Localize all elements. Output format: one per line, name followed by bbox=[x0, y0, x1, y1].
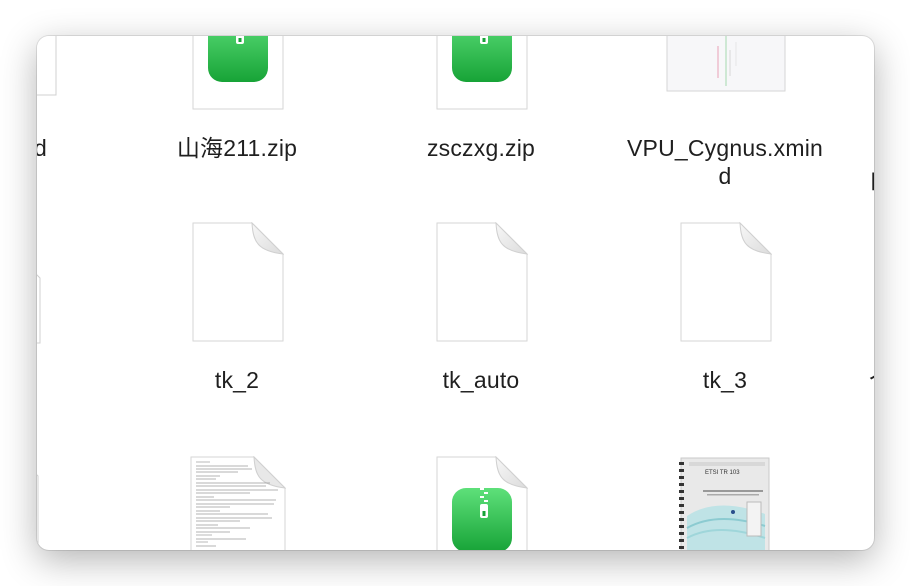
file-item-tk-2[interactable] bbox=[192, 222, 284, 342]
document-icon bbox=[37, 36, 57, 96]
zip-document-icon bbox=[436, 456, 528, 550]
file-item-pdf[interactable]: ETSI TR 103 bbox=[677, 456, 771, 550]
file-label-partial-left-1[interactable]: d bbox=[37, 134, 47, 162]
document-icon bbox=[37, 274, 41, 344]
file-label-xmind[interactable]: VPU_Cygnus.xmin d bbox=[615, 134, 835, 190]
svg-text:ETSI TR 103: ETSI TR 103 bbox=[705, 470, 740, 476]
file-label-tk-auto[interactable]: tk_auto bbox=[371, 366, 591, 394]
text-document-icon bbox=[190, 456, 286, 550]
file-label-partial-right-2[interactable]: 个 bbox=[869, 366, 874, 394]
file-item-partial-left-2[interactable] bbox=[37, 258, 41, 344]
xmind-document-icon bbox=[666, 36, 786, 92]
file-item-zip-3[interactable] bbox=[436, 456, 528, 550]
zipper-icon bbox=[236, 36, 244, 44]
file-icon-grid: d 山海211.zip zsczxg.zip VPU_Cygnus.xmin d… bbox=[37, 36, 874, 550]
file-label-partial-right-1[interactable]: 白 bbox=[869, 166, 874, 194]
document-icon bbox=[680, 222, 772, 342]
finder-window: d 山海211.zip zsczxg.zip VPU_Cygnus.xmin d… bbox=[37, 36, 874, 550]
zipper-icon bbox=[480, 36, 488, 44]
zip-document-icon bbox=[192, 36, 284, 110]
file-item-partial-left-3[interactable] bbox=[37, 456, 39, 550]
file-item-zip-1[interactable] bbox=[192, 36, 284, 110]
zip-document-icon bbox=[436, 36, 528, 110]
file-label-line-1: VPU_Cygnus.xmin bbox=[626, 135, 824, 161]
pdf-document-icon: ETSI TR 103 bbox=[679, 457, 770, 550]
file-item-zip-2[interactable] bbox=[436, 36, 528, 110]
file-label-line-2: d bbox=[718, 163, 732, 189]
document-icon bbox=[37, 474, 39, 550]
file-item-partial-left-1[interactable] bbox=[37, 36, 57, 96]
file-item-xmind[interactable] bbox=[666, 36, 786, 92]
file-item-tk-auto[interactable] bbox=[436, 222, 528, 342]
file-label-tk-3[interactable]: tk_3 bbox=[615, 366, 835, 394]
file-label-tk-2[interactable]: tk_2 bbox=[127, 366, 347, 394]
document-icon bbox=[192, 222, 284, 342]
file-item-text-doc[interactable] bbox=[190, 456, 286, 550]
file-label-zip-1[interactable]: 山海211.zip bbox=[127, 134, 347, 162]
document-icon bbox=[436, 222, 528, 342]
file-label-zip-2[interactable]: zsczxg.zip bbox=[371, 134, 591, 162]
file-item-tk-3[interactable] bbox=[680, 222, 772, 342]
